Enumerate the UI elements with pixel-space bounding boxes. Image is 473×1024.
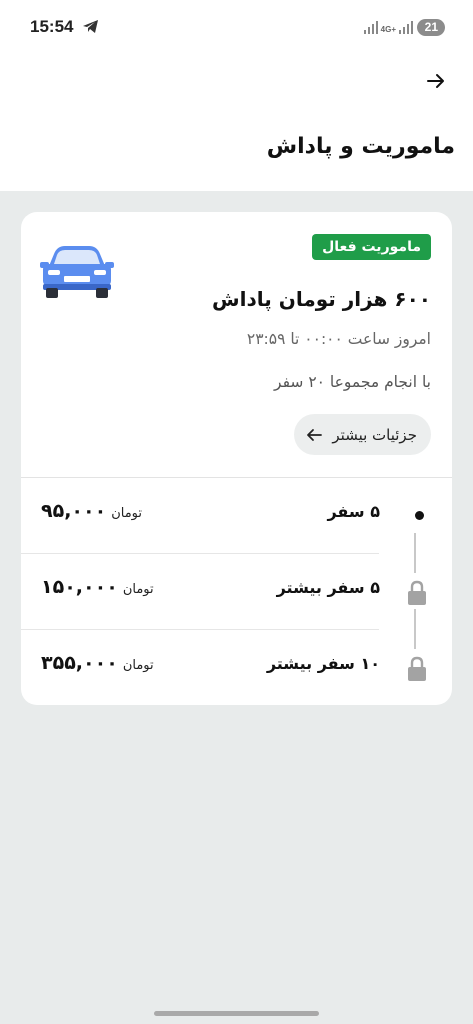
battery-icon: 21 (416, 19, 445, 36)
lock-icon (408, 580, 426, 605)
status-time: 15:54 (30, 17, 74, 36)
tier-trips: ۱۰ سفر بیشتر (266, 654, 380, 673)
tier-row: ۱۰ سفر بیشتر تومان ۳۵۵,۰۰۰ (21, 630, 452, 705)
time-range: امروز ساعت ۰۰:۰۰ تا ۲۳:۵۹ (246, 330, 431, 348)
tier-amount: تومان ۱۵۰,۰۰۰ (41, 576, 154, 598)
signal-icon: 4G+ (363, 20, 413, 34)
car-icon (40, 246, 114, 298)
tier-unit: تومان (122, 658, 154, 673)
tier-trips: ۵ سفر (327, 502, 380, 521)
arrow-left-icon (307, 428, 323, 441)
tier-unit: تومان (122, 582, 154, 597)
tier-value: ۹۵,۰۰۰ (41, 500, 107, 522)
network-label: 4G+ (380, 25, 396, 34)
mission-card: ماموریت فعال ۶۰۰ هزار تومان پاداش امروز … (21, 212, 452, 705)
more-details-label: جزئیات بیشتر (332, 425, 417, 444)
status-bar: 15:54 4G+ 21 (0, 0, 473, 54)
active-mission-badge: ماموریت فعال (312, 234, 431, 260)
home-indicator[interactable] (154, 1011, 319, 1016)
page-title: ماموریت و پاداش (266, 134, 455, 159)
tier-value: ۱۵۰,۰۰۰ (41, 576, 118, 598)
tier-unit: تومان (111, 506, 143, 521)
header: ماموریت و پاداش (0, 54, 473, 191)
reward-title: ۶۰۰ هزار تومان پاداش (212, 287, 431, 311)
tier-row: ۵ سفر تومان ۹۵,۰۰۰ (21, 478, 452, 554)
tier-amount: تومان ۳۵۵,۰۰۰ (41, 652, 154, 674)
tier-value: ۳۵۵,۰۰۰ (41, 652, 118, 674)
more-details-button[interactable]: جزئیات بیشتر (294, 414, 431, 455)
lock-icon (408, 656, 426, 681)
total-trips: با انجام مجموعا ۲۰ سفر (274, 373, 431, 391)
tier-row: ۵ سفر بیشتر تومان ۱۵۰,۰۰۰ (21, 554, 452, 630)
arrow-right-icon[interactable] (425, 70, 447, 92)
tier-trips: ۵ سفر بیشتر (276, 578, 380, 597)
dot-icon (415, 511, 424, 520)
telegram-icon (83, 20, 98, 33)
tier-amount: تومان ۹۵,۰۰۰ (41, 500, 142, 522)
